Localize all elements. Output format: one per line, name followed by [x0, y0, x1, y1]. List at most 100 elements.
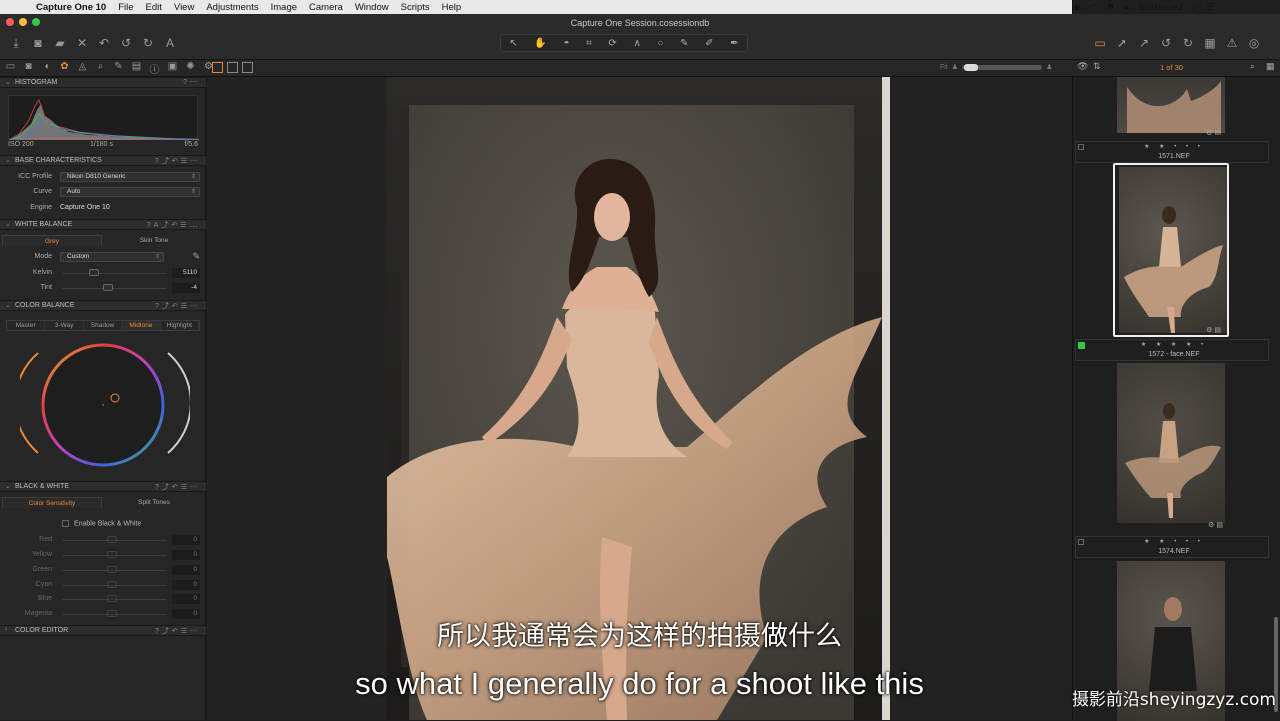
browser-grid-icon[interactable]: ▦ — [1266, 61, 1275, 72]
menu-help[interactable]: Help — [442, 2, 462, 13]
adjustments-tab-icon[interactable]: ▤ — [130, 61, 143, 76]
tint-slider-knob[interactable] — [103, 284, 113, 291]
grid-icon[interactable]: ▦ — [1202, 36, 1218, 50]
proof-view-button[interactable] — [242, 62, 253, 73]
kelvin-slider-knob[interactable] — [89, 269, 99, 276]
menu-edit[interactable]: Edit — [146, 2, 162, 13]
icc-profile-select[interactable]: Nikon D810 Generic — [60, 172, 200, 182]
zoom-slider-knob[interactable] — [964, 64, 978, 71]
stack-icon[interactable]: ▭ — [1092, 36, 1108, 50]
exposure-tab-icon[interactable]: ◬ — [76, 61, 89, 76]
batch-tab-icon[interactable]: ✺ — [184, 61, 197, 76]
redo-adjust-icon[interactable]: ↻ — [1180, 36, 1196, 50]
thumbnail-1574-rating[interactable]: ★ ★ • • • — [1076, 538, 1272, 545]
reset-icon[interactable]: ↶ — [96, 36, 112, 50]
bw-yellow-value[interactable]: 0 — [172, 550, 200, 560]
brush-cursor-icon[interactable]: ✎ — [680, 38, 688, 49]
pan-cursor-icon[interactable]: ✋ — [534, 38, 546, 49]
enable-bw-checkbox[interactable] — [62, 520, 69, 527]
bw-cyan-knob[interactable] — [107, 581, 117, 588]
menu-image[interactable]: Image — [271, 2, 297, 13]
camera-icon[interactable]: ◙ — [30, 36, 46, 50]
tool-actions-icon[interactable]: ?⤴↶☰⋯ — [155, 626, 200, 636]
browser-search-icon[interactable]: ⌕ — [1250, 61, 1255, 72]
settings-icon[interactable]: ⚙ ▤ — [1208, 521, 1223, 529]
search-icon[interactable]: ⌕ — [1192, 2, 1197, 13]
select-cursor-icon[interactable]: ↖ — [509, 38, 517, 49]
import-icon[interactable]: ⤓ — [8, 36, 24, 51]
record-icon[interactable]: ◉ — [1073, 2, 1081, 13]
white-balance-header[interactable]: ⌄ WHITE BALANCE ?A⤴↶☰⋯ — [0, 219, 206, 230]
tab-shadow[interactable]: Shadow — [84, 321, 122, 330]
bw-green-value[interactable]: 0 — [172, 565, 200, 575]
enable-bw-checkbox-row[interactable]: Enable Black & White — [62, 520, 141, 527]
color-editor-header[interactable]: › COLOR EDITOR ?⤴↶☰⋯ — [0, 625, 206, 636]
single-view-button[interactable] — [227, 62, 238, 73]
tab-grey[interactable]: Grey — [2, 235, 102, 246]
capture-tab-icon[interactable]: ◙ — [22, 61, 35, 76]
thumbnail-1574[interactable]: ⚙ ▤ — [1113, 363, 1229, 533]
rotate-cursor-icon[interactable]: ⟳ — [608, 38, 616, 49]
flag-icon[interactable]: ⚑ — [1107, 2, 1115, 13]
collapse-chevron-icon[interactable]: ⌄ — [5, 482, 11, 490]
thumbnail-1571-rating[interactable]: ★ ★ • • • — [1076, 143, 1272, 150]
color-balance-header[interactable]: ⌄ COLOR BALANCE ?⤴↶☰⋯ — [0, 300, 206, 311]
menu-camera[interactable]: Camera — [309, 2, 343, 13]
local-adjust-tab-icon[interactable]: ✎ — [112, 61, 125, 76]
text-icon[interactable]: A — [162, 36, 178, 50]
redo-icon[interactable]: ↻ — [140, 36, 156, 50]
wifi-icon[interactable]: ◠ — [1090, 2, 1098, 13]
eyedropper-icon[interactable]: ✎ — [192, 251, 200, 262]
tab-master[interactable]: Master — [7, 321, 45, 330]
metadata-tab-icon[interactable]: ⓘ — [148, 61, 161, 76]
thumbnail-1572-selected[interactable]: ⚙ ▤ — [1113, 163, 1229, 337]
bw-red-knob[interactable] — [107, 536, 117, 543]
tab-color-sensitivity[interactable]: Color Sensitivity — [2, 497, 102, 508]
lens-tab-icon[interactable]: ◖ — [40, 61, 53, 76]
tab-3-way[interactable]: 3-Way — [45, 321, 83, 330]
bw-green-knob[interactable] — [107, 566, 117, 573]
zoom-slider[interactable] — [962, 65, 1042, 70]
warning-icon[interactable]: ⚠ — [1224, 36, 1240, 50]
thumbnail-1572-rating[interactable]: ★ ★ ★ ★ • — [1076, 341, 1272, 348]
annotate-cursor-icon[interactable]: ✒ — [730, 38, 738, 49]
bw-blue-knob[interactable] — [107, 595, 117, 602]
picker-cursor-icon[interactable]: ✐ — [705, 38, 713, 49]
collapse-chevron-icon[interactable]: ⌄ — [5, 301, 11, 309]
crop-cursor-icon[interactable]: ⌗ — [586, 38, 592, 49]
collapse-chevron-icon[interactable]: ⌄ — [5, 156, 11, 164]
eye-icon[interactable]: 👁 — [1077, 61, 1088, 72]
detail-tab-icon[interactable]: ⌕ — [94, 61, 107, 76]
menu-view[interactable]: View — [174, 2, 194, 13]
curve-select[interactable]: Auto — [60, 187, 200, 197]
kelvin-track[interactable] — [62, 273, 166, 274]
copy-adjust-icon[interactable]: ↗ — [1136, 36, 1152, 50]
export-icon[interactable]: ➚ — [1114, 36, 1130, 50]
undo-icon[interactable]: ↺ — [118, 36, 134, 50]
menu-window[interactable]: Window — [355, 2, 389, 13]
settings-icon[interactable]: ⚙ ▤ — [1206, 326, 1221, 334]
histogram-header[interactable]: ⌄ HISTOGRAM ?⋯ — [0, 77, 206, 88]
loupe-cursor-icon[interactable]: ◓ — [563, 38, 569, 49]
base-characteristics-header[interactable]: ⌄ BASE CHARACTERISTICS ?⤴↶☰⋯ — [0, 155, 206, 166]
list-icon[interactable]: ☰ — [1206, 2, 1214, 13]
settings-icon[interactable]: ⚙ ▤ — [1206, 129, 1221, 135]
keystone-cursor-icon[interactable]: ∧ — [633, 38, 640, 49]
spot-cursor-icon[interactable]: ○ — [657, 38, 663, 49]
bw-cyan-value[interactable]: 0 — [172, 580, 200, 590]
kelvin-value[interactable]: 5110 — [172, 268, 200, 278]
black-white-header[interactable]: ⌄ BLACK & WHITE ?⤴↶☰⋯ — [0, 481, 206, 492]
sort-icon[interactable]: ⇅ — [1093, 61, 1101, 72]
bw-magenta-knob[interactable] — [107, 610, 117, 617]
bw-red-value[interactable]: 0 — [172, 535, 200, 545]
reset-adjust-icon[interactable]: ↺ — [1158, 36, 1174, 50]
user-icon[interactable]: ● — [1124, 2, 1129, 12]
collapse-chevron-icon[interactable]: ⌄ — [5, 78, 11, 86]
glasses-icon[interactable]: ◎ — [1246, 36, 1262, 50]
expand-chevron-icon[interactable]: › — [5, 626, 7, 633]
multi-view-button[interactable] — [212, 62, 223, 73]
thumbnail-1571[interactable]: ⚙ ▤ — [1113, 77, 1229, 135]
tab-highlight[interactable]: Highlight — [161, 321, 199, 330]
tool-actions-icon[interactable]: ?⤴↶☰⋯ — [155, 301, 200, 311]
tab-split-tones[interactable]: Split Tones — [104, 497, 204, 508]
